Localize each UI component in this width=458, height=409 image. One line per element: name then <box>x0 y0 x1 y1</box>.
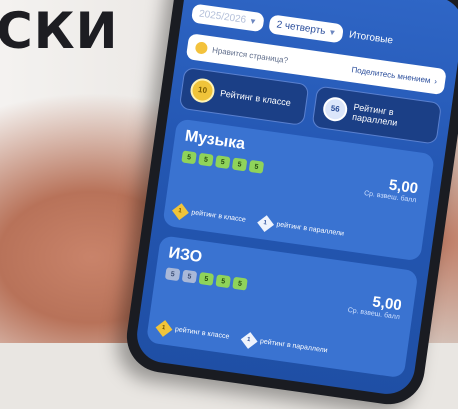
grade-chip[interactable]: 5 <box>198 272 215 286</box>
share-feedback-label: Поделитесь мнением <box>350 64 432 85</box>
subject-class-rating[interactable]: 1 рейтинг в классе <box>172 203 247 227</box>
average-score: 5,00 Ср. взвеш. балл <box>364 173 419 205</box>
subject-card[interactable]: ИЗО 5 5 5 5 5 5,00 Ср. взвеш. балл 1 рей… <box>145 235 419 379</box>
headline-text: СКИ <box>0 2 119 60</box>
subject-parallel-rating-label: рейтинг в параллели <box>275 221 345 238</box>
year-select[interactable]: 2025/2026 ▼ <box>190 2 266 32</box>
subject-card[interactable]: Музыка 5 5 5 5 5 5,00 Ср. взвеш. балл 1 … <box>162 118 435 262</box>
subject-parallel-rating[interactable]: 1 рейтинг в параллели <box>240 332 328 358</box>
grade-chip[interactable]: 5 <box>181 269 198 284</box>
subject-ratings: 1 рейтинг в классе 1 рейтинг в параллели <box>172 203 345 241</box>
chevron-right-icon: › <box>433 76 438 86</box>
share-feedback-button[interactable]: Поделитесь мнением › <box>351 65 438 86</box>
feedback-question: Нравится страница? <box>211 45 289 65</box>
grade-chip[interactable]: 5 <box>198 152 214 167</box>
grade-chip[interactable]: 5 <box>164 267 181 282</box>
grade-chip[interactable]: 5 <box>215 274 231 289</box>
smiley-icon <box>194 41 209 55</box>
grade-chip[interactable]: 5 <box>214 155 231 169</box>
medal-icon: 56 <box>321 95 349 123</box>
parallel-rating-button[interactable]: 56 Рейтинг в параллели <box>311 85 443 145</box>
grade-chip[interactable]: 5 <box>232 276 248 291</box>
average-score: 5,00 Ср. взвеш. балл <box>347 290 402 321</box>
subject-class-rating[interactable]: 1 рейтинг в классе <box>155 320 230 344</box>
subject-ratings: 1 рейтинг в классе 1 рейтинг в параллели <box>155 320 328 358</box>
app-screen: 2025/2026 ▼ 2 четверть ▼ Итоговые Нравит… <box>133 0 458 398</box>
quarter-select-value: 2 четверть <box>275 18 327 37</box>
subject-class-rating-label: рейтинг в классе <box>174 326 230 341</box>
diamond-badge-icon: 1 <box>240 332 258 349</box>
chevron-down-icon: ▼ <box>248 15 258 26</box>
subject-parallel-rating-label: рейтинг в параллели <box>259 338 328 355</box>
grade-chip[interactable]: 5 <box>181 150 197 165</box>
subject-class-rating-label: рейтинг в классе <box>190 209 247 224</box>
medal-icon: 10 <box>188 77 217 105</box>
class-rating-label: Рейтинг в классе <box>219 87 292 108</box>
grade-chip[interactable]: 5 <box>248 159 265 174</box>
grade-chip[interactable]: 5 <box>231 157 248 172</box>
diamond-badge-icon: 1 <box>257 215 274 233</box>
chevron-down-icon: ▼ <box>327 27 337 38</box>
diamond-badge-icon: 1 <box>155 320 173 337</box>
quarter-select[interactable]: 2 четверть ▼ <box>268 13 345 43</box>
diamond-badge-icon: 1 <box>172 203 189 221</box>
total-grades-link[interactable]: Итоговые <box>348 29 393 46</box>
smartphone: 2025/2026 ▼ 2 четверть ▼ Итоговые Нравит… <box>122 0 458 409</box>
parallel-rating-label: Рейтинг в параллели <box>351 101 398 128</box>
year-select-value: 2025/2026 <box>198 7 247 26</box>
subject-parallel-rating[interactable]: 1 рейтинг в параллели <box>257 215 345 241</box>
class-rating-button[interactable]: 10 Рейтинг в классе <box>178 66 310 126</box>
